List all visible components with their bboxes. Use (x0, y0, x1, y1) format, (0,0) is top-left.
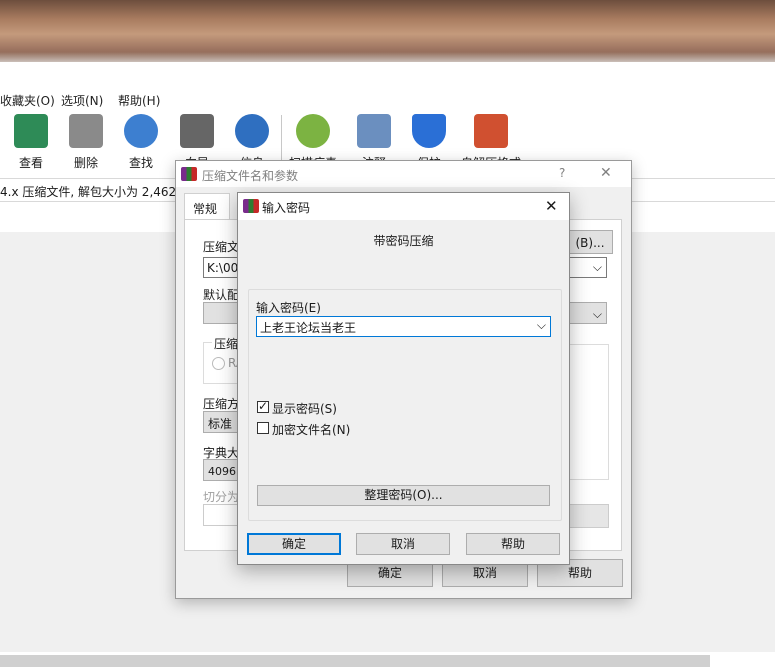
password-heading: 带密码压缩 (373, 234, 434, 248)
virus-scan-icon (296, 114, 330, 148)
rar-radio[interactable] (212, 357, 225, 370)
cancel-button[interactable]: 取消 (356, 533, 450, 555)
info-icon (235, 114, 269, 148)
menu-favorites[interactable]: 收藏夹(O) (0, 92, 55, 109)
trash-icon (69, 114, 103, 148)
toolbar-separator (281, 115, 282, 165)
encrypt-filenames-checkbox[interactable] (257, 422, 269, 434)
help-button[interactable]: 帮助 (466, 533, 560, 555)
enter-password-dialog: 输入密码 ✕ 带密码压缩 输入密码(E) 上老王论坛当老王 ⌵ ✓ 显示密码(S… (237, 192, 570, 565)
wizard-wand-icon (180, 114, 214, 148)
toolbar-label: 删除 (73, 156, 98, 170)
winrar-icon (181, 167, 197, 181)
password-value: 上老王论坛当老王 (260, 321, 357, 335)
compression-method-value: 标准 (208, 417, 233, 431)
ok-button[interactable]: 确定 (247, 533, 341, 555)
help-icon[interactable]: ? (559, 166, 565, 180)
toolbar-label: 查找 (128, 156, 153, 170)
desktop-wallpaper (0, 0, 775, 62)
compression-method-label: 压缩方 (203, 397, 240, 411)
menu-help[interactable]: 帮助(H) (118, 92, 160, 109)
horizontal-scrollbar[interactable] (0, 655, 710, 667)
menu-options[interactable]: 选项(N) (61, 92, 103, 109)
magnifier-icon (124, 114, 158, 148)
toolbar-button-magnifier[interactable]: 查找 (113, 114, 169, 170)
archive-info-text: 4.x 压缩文件, 解包大小为 2,462,0 (0, 185, 188, 199)
comment-icon (357, 114, 391, 148)
chevron-down-icon: ⌵ (592, 307, 602, 321)
password-input[interactable]: 上老王论坛当老王 ⌵ (256, 316, 551, 337)
checkmark-icon: ✓ (258, 399, 269, 413)
sfx-box-icon (474, 114, 508, 148)
chevron-down-icon: ⌵ (536, 318, 546, 332)
toolbar-label: 查看 (18, 156, 43, 170)
show-password-label[interactable]: 显示密码(S) (272, 400, 337, 417)
close-icon[interactable]: ✕ (545, 197, 558, 215)
encrypt-filenames-label[interactable]: 加密文件名(N) (272, 421, 350, 438)
close-icon[interactable]: ✕ (600, 165, 612, 181)
archive-parameters-title: 压缩文件名和参数 (202, 169, 299, 183)
enter-password-titlebar: 输入密码 ✕ (238, 193, 569, 220)
enter-password-title: 输入密码 (262, 201, 311, 215)
menu-bar: 收藏夹(O) 选项(N) 帮助(H) (0, 88, 775, 110)
organize-passwords-button[interactable]: 整理密码(O)... (257, 485, 550, 506)
winrar-icon (243, 199, 259, 213)
password-label: 输入密码(E) (256, 301, 321, 315)
toolbar-button-book[interactable]: 查看 (3, 114, 59, 170)
shield-icon (412, 114, 446, 148)
tab-general[interactable]: 常规 (184, 193, 230, 219)
browse-button[interactable]: (B)... (567, 230, 613, 254)
default-profile-label: 默认配 (203, 288, 240, 302)
split-volumes-label: 切分为 (203, 490, 240, 504)
archive-name-label: 压缩文 (203, 240, 240, 254)
toolbar-button-trash[interactable]: 删除 (58, 114, 114, 170)
book-icon (14, 114, 48, 148)
show-password-checkbox[interactable]: ✓ (257, 399, 269, 413)
archive-parameters-titlebar: 压缩文件名和参数 ? ✕ (176, 161, 631, 187)
chevron-down-icon: ⌵ (592, 260, 602, 274)
